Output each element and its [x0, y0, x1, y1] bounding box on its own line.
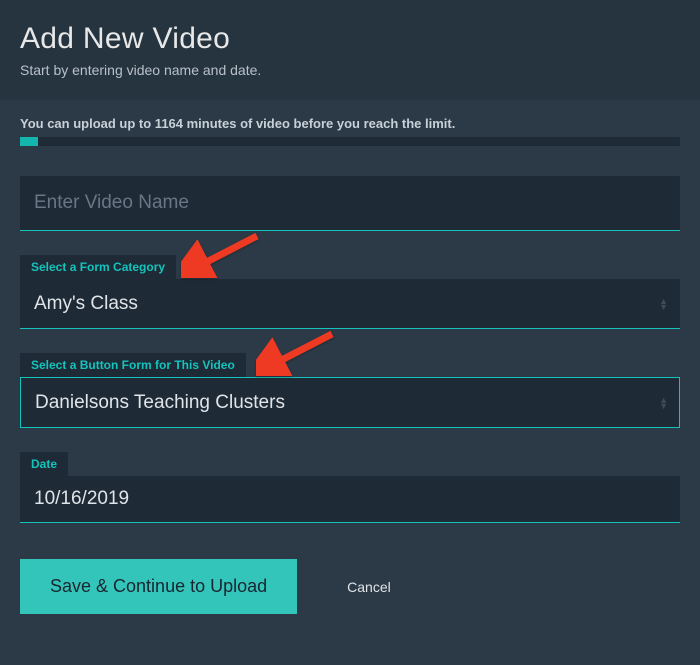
form-category-select[interactable]: Amy's Class — [20, 279, 680, 329]
upload-limit-progress-fill — [20, 137, 38, 146]
action-buttons: Save & Continue to Upload Cancel — [20, 559, 680, 614]
date-label: Date — [20, 452, 68, 476]
page-header: Add New Video Start by entering video na… — [0, 0, 700, 100]
video-name-group — [20, 176, 680, 231]
date-group: Date — [20, 452, 680, 523]
upload-limit-progress — [20, 137, 680, 146]
form-category-label: Select a Form Category — [20, 255, 176, 279]
button-form-group: Select a Button Form for This Video Dani… — [20, 353, 680, 428]
page-subtitle: Start by entering video name and date. — [20, 62, 680, 78]
save-continue-button[interactable]: Save & Continue to Upload — [20, 559, 297, 614]
date-input[interactable] — [20, 476, 680, 523]
form-content: You can upload up to 1164 minutes of vid… — [0, 100, 700, 634]
form-category-group: Select a Form Category Amy's Class ▲▼ — [20, 255, 680, 329]
upload-limit-text: You can upload up to 1164 minutes of vid… — [20, 116, 680, 131]
video-name-input[interactable] — [20, 176, 680, 231]
cancel-button[interactable]: Cancel — [347, 579, 391, 595]
button-form-select[interactable]: Danielsons Teaching Clusters — [20, 377, 680, 428]
button-form-label: Select a Button Form for This Video — [20, 353, 246, 377]
page-title: Add New Video — [20, 22, 680, 56]
